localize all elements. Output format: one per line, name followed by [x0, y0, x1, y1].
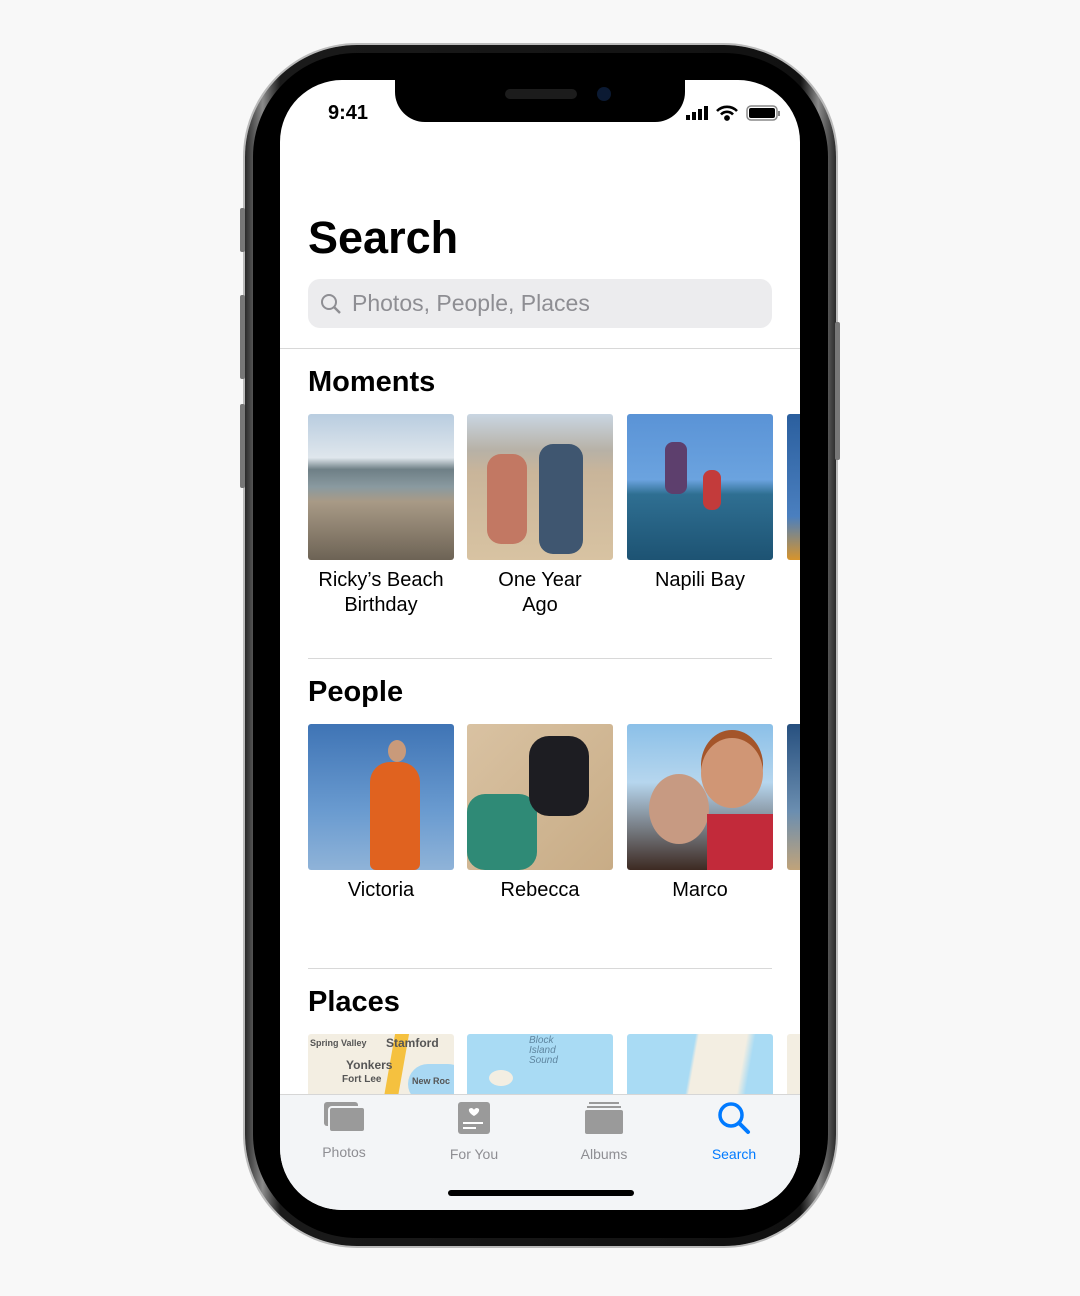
- person-caption: Marco: [672, 879, 728, 901]
- divider: [280, 348, 800, 349]
- status-time: 9:41: [328, 102, 369, 124]
- section-title-people: People: [308, 676, 404, 708]
- person-caption: Rebecca: [500, 879, 580, 901]
- mute-switch: [240, 208, 245, 252]
- albums-icon: [585, 1102, 623, 1134]
- map-label: Stamford: [386, 1036, 439, 1050]
- home-indicator[interactable]: [448, 1190, 634, 1196]
- map-label: Yonkers: [346, 1058, 393, 1072]
- person-thumb-victoria[interactable]: [308, 724, 454, 870]
- tab-for-you[interactable]: For You: [424, 1101, 524, 1162]
- person-caption: Victoria: [347, 879, 415, 901]
- divider: [308, 968, 772, 969]
- section-title-places: Places: [308, 986, 400, 1018]
- moment-caption: Napili Bay: [654, 569, 746, 591]
- status-icons: [686, 105, 780, 121]
- side-button: [835, 322, 840, 460]
- moment-thumb-one-year-ago[interactable]: [467, 414, 613, 560]
- magnifier-icon: [321, 293, 341, 314]
- tab-label: Search: [711, 1146, 757, 1162]
- page-title: Search: [308, 212, 459, 263]
- tab-label: Photos: [322, 1144, 366, 1160]
- photos-icon: [324, 1102, 366, 1133]
- notch: [395, 80, 685, 122]
- volume-down-button: [240, 404, 245, 488]
- map-label: Fort Lee: [342, 1074, 382, 1085]
- tab-albums[interactable]: Albums: [554, 1101, 654, 1162]
- moment-thumb-rickys-beach-birthday[interactable]: [308, 414, 454, 560]
- moment-thumb-napili-bay[interactable]: [627, 414, 773, 560]
- battery-icon: [746, 105, 780, 121]
- map-label: New Roc: [412, 1076, 451, 1086]
- search-input[interactable]: Photos, People, Places: [308, 279, 772, 328]
- section-title-moments: Moments: [308, 366, 436, 398]
- wifi-icon: [716, 105, 738, 121]
- screen: 9:41 Search Photos, People, Places Momen…: [280, 80, 800, 1210]
- map-label: Spring Valley: [310, 1038, 367, 1048]
- person-thumb-partial[interactable]: [787, 724, 800, 870]
- search-placeholder: Photos, People, Places: [352, 290, 590, 316]
- moment-caption: One Year Ago: [498, 569, 582, 616]
- cellular-signal-icon: [686, 106, 708, 120]
- tab-label: Albums: [580, 1146, 628, 1162]
- search-icon: [718, 1102, 750, 1134]
- person-thumb-marco[interactable]: [627, 724, 773, 870]
- map-label: Sound: [529, 1055, 558, 1066]
- tab-photos[interactable]: Photos: [294, 1101, 394, 1160]
- for-you-icon: [458, 1102, 490, 1134]
- moment-thumb-partial[interactable]: [787, 414, 800, 560]
- person-thumb-rebecca[interactable]: [467, 724, 613, 870]
- volume-up-button: [240, 295, 245, 379]
- tab-search[interactable]: Search: [684, 1101, 784, 1162]
- divider: [308, 658, 772, 659]
- tab-label: For You: [449, 1146, 499, 1162]
- moment-caption: Ricky’s Beach Birthday: [318, 569, 444, 616]
